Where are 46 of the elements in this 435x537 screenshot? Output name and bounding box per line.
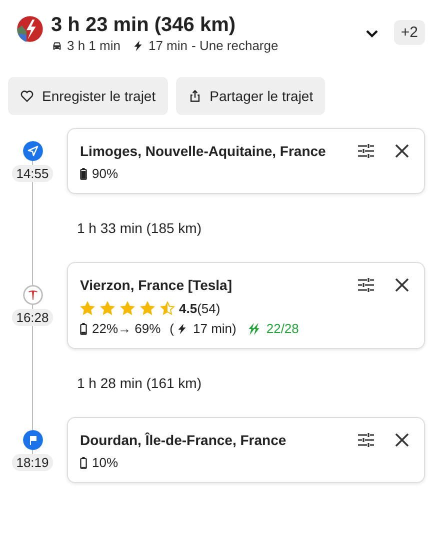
navigation-arrow-icon <box>22 140 42 160</box>
charge-note: - Une recharge <box>192 38 278 53</box>
star-icon <box>160 301 175 316</box>
bolt-icon <box>132 40 144 52</box>
bolt-icon <box>176 322 188 334</box>
stop-name: Vierzon, France [Tesla] <box>80 277 233 293</box>
charging-duration: 17 min) <box>193 321 236 336</box>
stop-card[interactable]: Dourdan, Île-de-France, France 10% <box>67 417 425 483</box>
star-icon <box>120 301 135 316</box>
charge-time: 17 min <box>148 38 188 53</box>
flag-icon <box>22 430 42 450</box>
settings-sliders-icon[interactable] <box>356 275 376 295</box>
share-icon <box>188 89 202 103</box>
battery-percent: 10% <box>92 455 118 470</box>
battery-icon <box>80 168 87 180</box>
stop-name: Dourdan, Île-de-France, France <box>80 432 288 448</box>
available-stalls: 22/28 <box>266 321 299 336</box>
review-count: (54) <box>197 301 220 316</box>
paren: ( <box>170 321 174 336</box>
stop-card[interactable]: Limoges, Nouvelle-Aquitaine, France 90% <box>67 128 425 194</box>
heart-icon <box>20 89 34 103</box>
settings-sliders-icon[interactable] <box>356 430 376 450</box>
leg-duration: 1 h 33 min (185 km) <box>77 220 202 236</box>
battery-icon <box>80 456 87 468</box>
action-button[interactable]: Partager le trajet <box>176 77 326 115</box>
star-icon <box>100 301 115 316</box>
car-icon <box>51 40 63 52</box>
stop-name: Limoges, Nouvelle-Aquitaine, France <box>80 143 327 159</box>
battery-icon <box>80 322 87 334</box>
arrival-time: 18:19 <box>12 454 53 470</box>
trip-duration-title: 3 h 23 min (346 km) <box>51 13 237 38</box>
action-button[interactable]: Enregister le trajet <box>8 77 168 115</box>
rating-value: 4.5 <box>179 301 198 316</box>
app-logo-icon <box>16 15 44 43</box>
arrival-time: 14:55 <box>12 164 53 182</box>
battery-range: 22%→ 69% <box>92 321 161 336</box>
battery-percent: 90% <box>92 166 118 181</box>
star-icon <box>80 301 95 316</box>
leg-duration: 1 h 28 min (161 km) <box>77 375 202 391</box>
drive-time: 3 h 1 min <box>67 38 120 53</box>
more-routes-button[interactable]: +2 <box>394 20 425 45</box>
stop-card[interactable]: Vierzon, France [Tesla] 4.5(54) 22%→ 69% ( 17 min) 22/28 <box>67 262 425 349</box>
arrival-time: 16:28 <box>12 309 53 326</box>
star-icon <box>140 301 155 316</box>
double-bolt-icon <box>247 322 262 336</box>
settings-sliders-icon[interactable] <box>356 141 376 161</box>
